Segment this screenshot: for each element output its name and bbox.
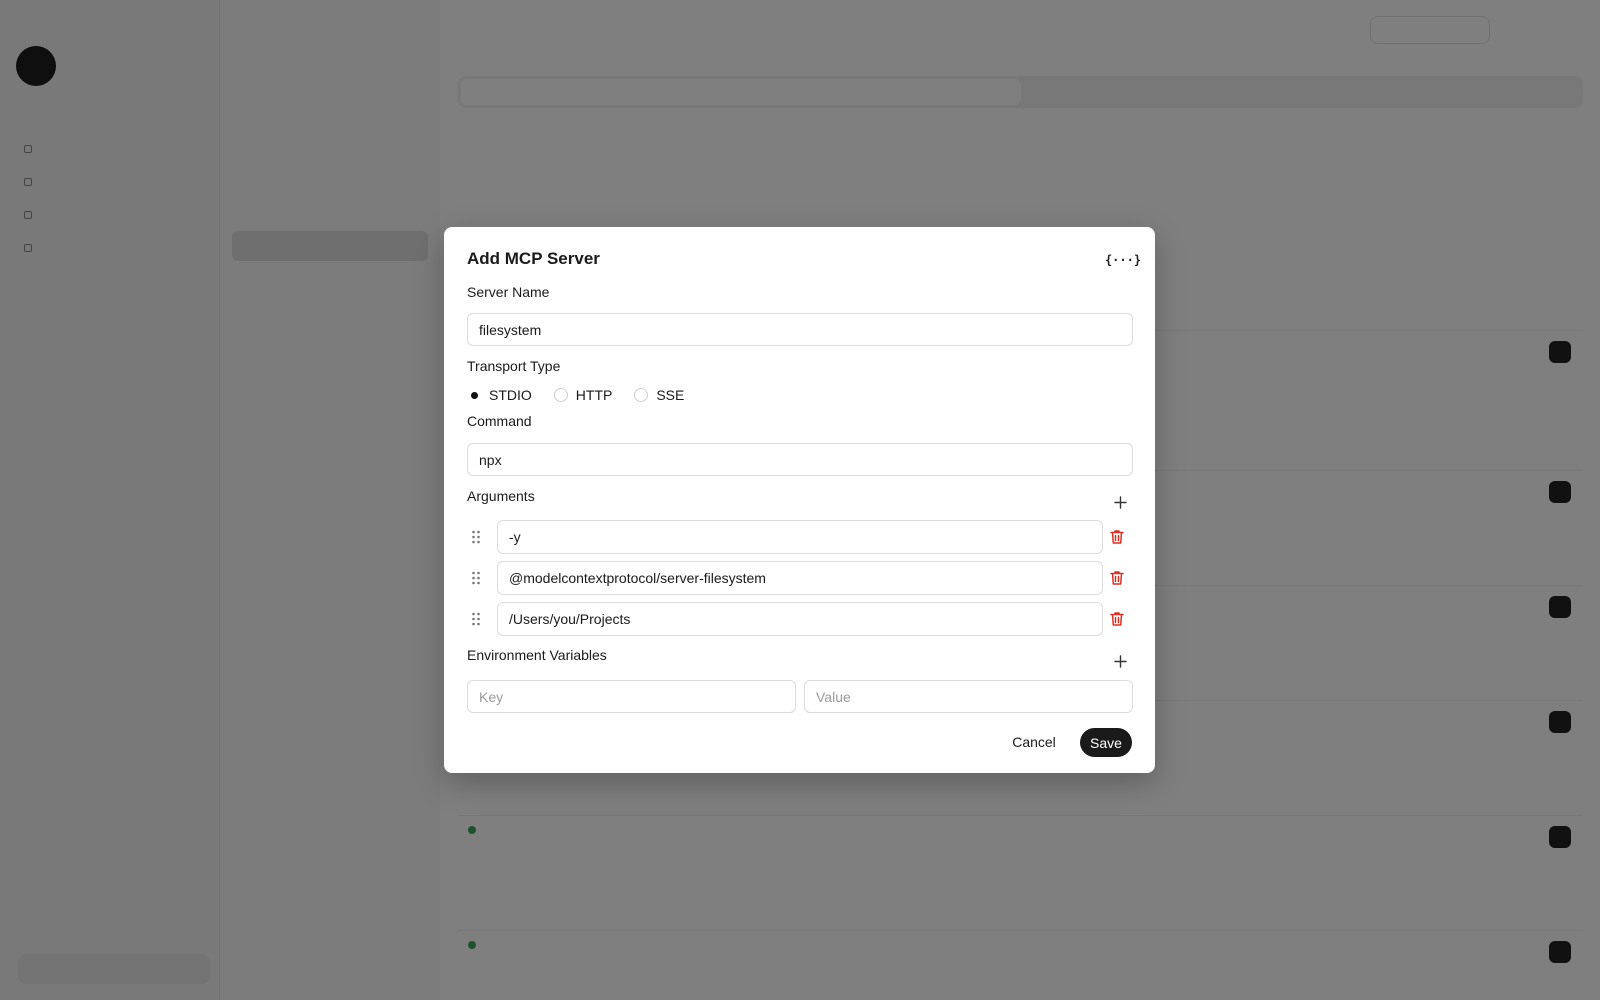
transport-radio-http[interactable]: HTTP bbox=[553, 387, 613, 403]
plus-icon bbox=[1113, 495, 1127, 509]
argument-input[interactable] bbox=[497, 602, 1103, 636]
env-vars-label: Environment Variables bbox=[467, 647, 607, 663]
drag-handle-icon[interactable] bbox=[471, 611, 481, 627]
transport-radio-sse[interactable]: SSE bbox=[634, 387, 684, 403]
drag-handle-icon[interactable] bbox=[471, 570, 481, 586]
env-value-input[interactable] bbox=[804, 680, 1133, 713]
transport-radio-stdio[interactable]: STDIO bbox=[467, 387, 532, 403]
radio-label: SSE bbox=[656, 387, 685, 403]
trash-icon[interactable] bbox=[1108, 569, 1126, 587]
radio-label: HTTP bbox=[575, 387, 613, 403]
transport-type-label: Transport Type bbox=[467, 358, 561, 374]
add-mcp-server-dialog: Add MCP Server {···} Server Name Transpo… bbox=[444, 227, 1155, 773]
radio-label: STDIO bbox=[489, 387, 532, 403]
trash-icon[interactable] bbox=[1108, 610, 1126, 628]
save-button[interactable]: Save bbox=[1080, 728, 1132, 757]
add-env-var-button[interactable] bbox=[1110, 651, 1130, 671]
radio-checked-icon bbox=[467, 388, 481, 402]
cancel-button[interactable]: Cancel bbox=[1004, 728, 1064, 756]
add-argument-button[interactable] bbox=[1110, 492, 1130, 512]
trash-icon[interactable] bbox=[1108, 528, 1126, 546]
transport-radio-group: STDIO HTTP SSE bbox=[467, 385, 706, 405]
argument-row bbox=[467, 602, 1137, 636]
env-key-input[interactable] bbox=[467, 680, 796, 713]
radio-unchecked-icon bbox=[634, 388, 649, 402]
dialog-title: Add MCP Server bbox=[467, 249, 600, 268]
argument-input[interactable] bbox=[497, 561, 1103, 595]
command-label: Command bbox=[467, 413, 532, 429]
arguments-label: Arguments bbox=[467, 488, 535, 504]
server-name-input[interactable] bbox=[467, 313, 1133, 346]
drag-handle-icon[interactable] bbox=[471, 529, 481, 545]
command-input[interactable] bbox=[467, 443, 1133, 476]
server-name-label: Server Name bbox=[467, 284, 550, 300]
plus-icon bbox=[1113, 654, 1127, 668]
code-braces-icon[interactable]: {···} bbox=[1105, 248, 1141, 272]
argument-row bbox=[467, 561, 1137, 595]
radio-unchecked-icon bbox=[553, 388, 568, 402]
argument-row bbox=[467, 520, 1137, 554]
argument-input[interactable] bbox=[497, 520, 1103, 554]
